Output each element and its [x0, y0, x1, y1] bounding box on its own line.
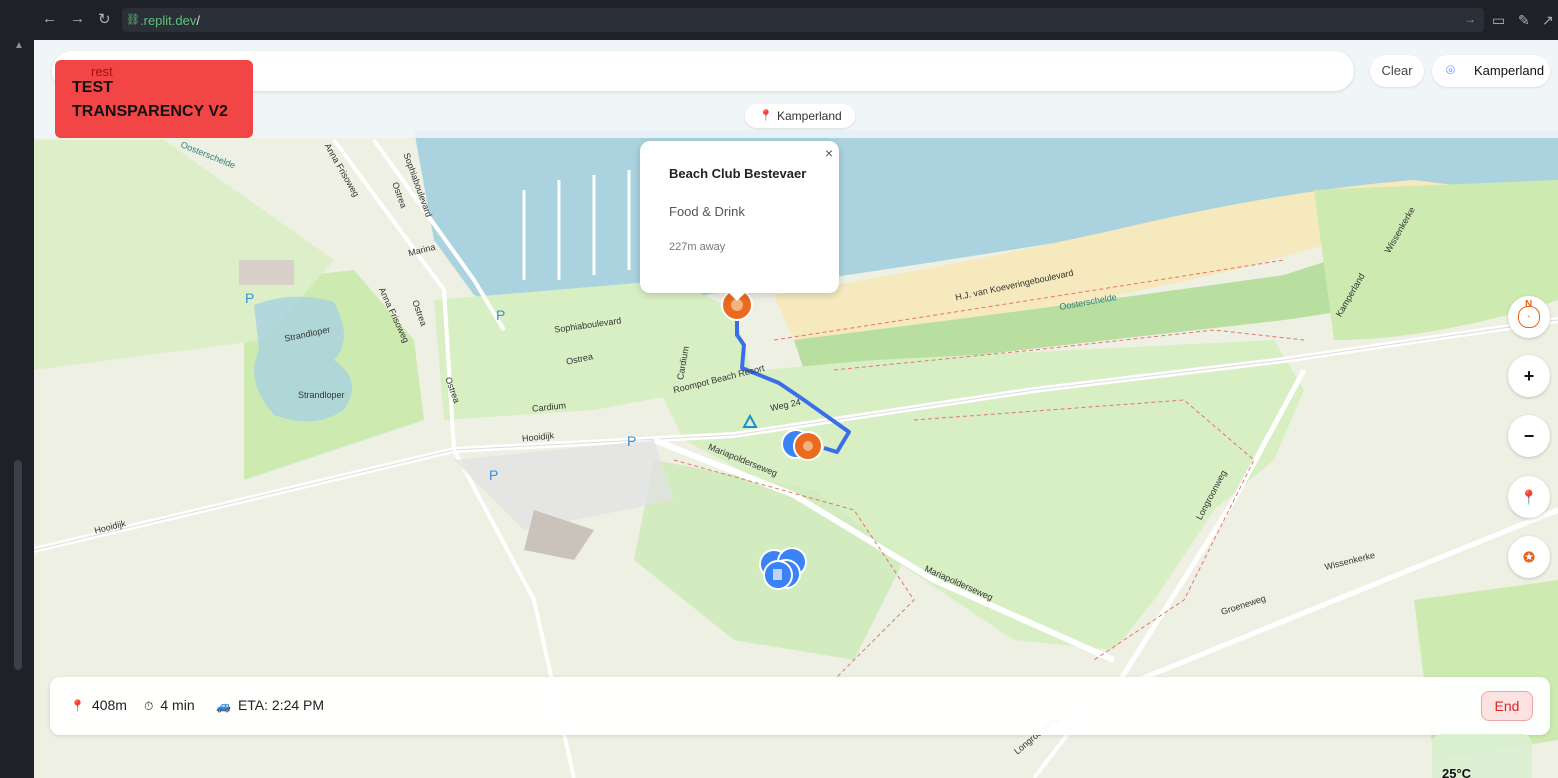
browser-sidebar: ▲	[0, 0, 34, 778]
location-chip[interactable]: 📍 Kamperland	[745, 104, 855, 128]
location-button[interactable]: ⌾ Kamperland	[1432, 55, 1550, 87]
go-arrow-icon[interactable]: →	[1464, 12, 1476, 26]
eta-value: ETA: 2:24 PM	[237, 697, 325, 713]
map-view[interactable]: P P P P Oosterschelde Oosterschelde Stra…	[34, 40, 1558, 778]
map-label: Strandloper	[298, 390, 345, 400]
end-navigation-button[interactable]: End	[1481, 691, 1533, 721]
poi-popup: × Beach Club Bestevaer Food & Drink 227m…	[640, 141, 839, 301]
link-icon: ⛓	[126, 14, 140, 26]
url-text: .replit.dev/	[140, 13, 200, 28]
scrollbar[interactable]	[14, 460, 22, 670]
drop-pin-button[interactable]: 📍	[1508, 476, 1550, 518]
reload-icon[interactable]: ↻	[98, 10, 111, 28]
location-button-label: Kamperland	[1474, 63, 1545, 78]
forward-icon[interactable]: →	[70, 10, 85, 27]
devices-icon[interactable]: ▭	[1492, 12, 1505, 29]
poi-distance: 227m away	[669, 241, 726, 253]
car-icon: 🚙	[216, 699, 231, 713]
app-header: Clear ⌾ Kamperland 📍 Kamperland	[34, 40, 1558, 138]
external-link-icon[interactable]: ↗	[1542, 12, 1554, 29]
explore-button[interactable]: ✪	[1508, 536, 1550, 578]
clear-button[interactable]: Clear	[1370, 55, 1424, 87]
poi-title: Beach Club Bestevaer	[669, 166, 807, 181]
distance-value: 408m	[91, 697, 127, 713]
address-bar[interactable]: ⛓ .replit.dev/ →	[122, 8, 1484, 32]
badge-label: TEST TRANSPARENCY V2	[72, 79, 228, 120]
weather-widget: 25°C	[1432, 734, 1532, 778]
close-icon[interactable]: ×	[825, 145, 833, 161]
parking-icon: P	[245, 290, 254, 306]
parking-icon: P	[496, 307, 505, 323]
pin-icon: 📍	[70, 699, 85, 713]
zoom-in-button[interactable]: +	[1508, 355, 1550, 397]
map-pin-icon: 📍	[759, 110, 773, 122]
stopwatch-icon: ⏱	[144, 699, 154, 713]
back-icon[interactable]: ←	[42, 10, 57, 27]
pin-icon: 📍	[1520, 489, 1538, 505]
wrench-icon[interactable]: ✎	[1518, 12, 1530, 29]
compass-icon: ·	[1518, 306, 1540, 328]
eta-stat: 🚙 ETA: 2:24 PM	[216, 697, 324, 713]
duration-value: 4 min	[160, 697, 195, 713]
navigation-panel: 📍 408m ⏱ 4 min 🚙 ETA: 2:24 PM End	[50, 677, 1550, 735]
compass-rose-icon: ✪	[1523, 549, 1535, 565]
test-transparency-badge: rest TEST TRANSPARENCY V2	[55, 60, 253, 138]
poi-category: Food & Drink	[669, 204, 745, 219]
parking-icon: P	[489, 467, 498, 483]
compass-button[interactable]: N ·	[1508, 296, 1550, 338]
popup-tail	[728, 292, 746, 301]
parking-icon: P	[627, 433, 636, 449]
zoom-out-button[interactable]: −	[1508, 415, 1550, 457]
location-chip-label: Kamperland	[777, 109, 842, 123]
browser-toolbar: ← → ↻ ⛓ .replit.dev/ → ▭ ✎ ↗	[0, 0, 1558, 40]
poi-food-marker-2[interactable]	[781, 429, 823, 461]
location-pin-icon: ⌾	[1446, 62, 1456, 79]
temperature: 25°C	[1442, 766, 1472, 778]
scroll-up-icon[interactable]: ▲	[14, 40, 24, 51]
distance-stat: 📍 408m	[70, 697, 127, 713]
duration-stat: ⏱ 4 min	[144, 697, 195, 714]
